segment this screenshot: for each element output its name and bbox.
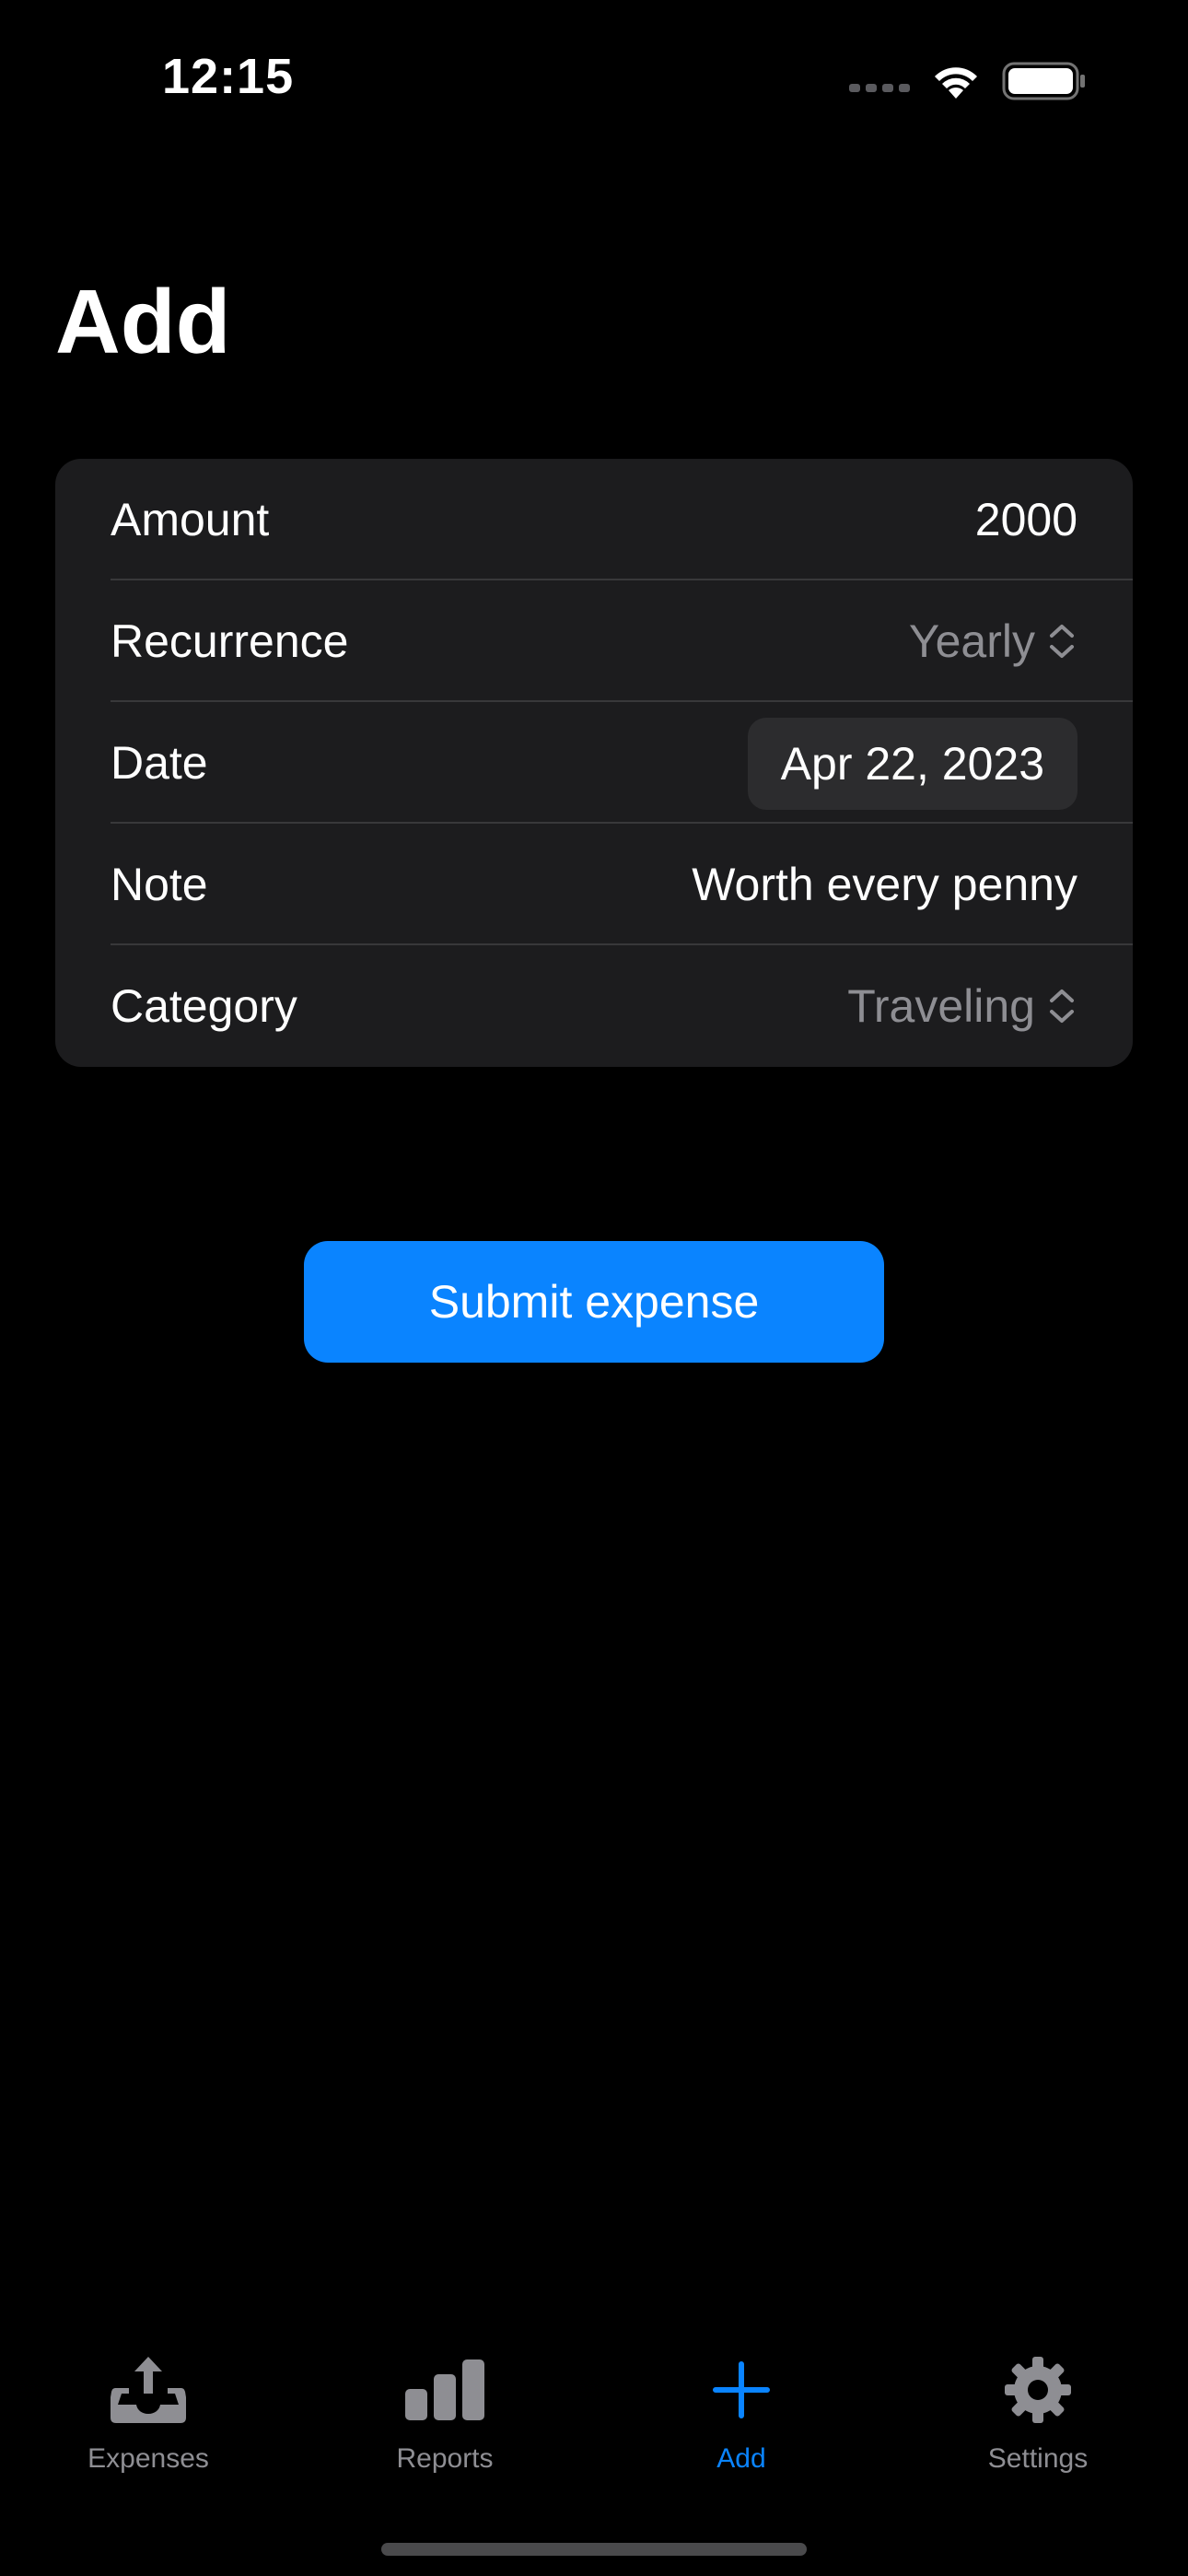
tab-bar: Expenses Reports Add Settings: [0, 2331, 1188, 2497]
gear-icon: [994, 2351, 1082, 2429]
status-bar: 12:15: [0, 0, 1188, 147]
chevron-up-down-icon: [1050, 625, 1074, 658]
amount-label: Amount: [111, 494, 270, 545]
tab-label-add: Add: [716, 2443, 766, 2474]
wifi-icon: [935, 67, 977, 99]
note-label: Note: [111, 859, 208, 910]
plus-icon: [697, 2351, 786, 2429]
page-title: Add: [55, 271, 231, 372]
note-field[interactable]: Worth every penny: [692, 824, 1077, 945]
tab-label-expenses: Expenses: [87, 2443, 209, 2474]
tab-settings[interactable]: Settings: [890, 2331, 1186, 2497]
tab-label-reports: Reports: [396, 2443, 494, 2474]
amount-row[interactable]: Amount 2000: [111, 459, 1133, 580]
cellular-signal-icon: [849, 83, 910, 92]
note-row[interactable]: Note Worth every penny: [111, 824, 1133, 945]
expense-form: Amount 2000 Recurrence Yearly Date Apr 2…: [55, 459, 1133, 1067]
category-row[interactable]: Category Traveling: [111, 945, 1133, 1067]
category-value: Traveling: [847, 980, 1035, 1032]
tray-upload-icon: [104, 2351, 192, 2429]
category-label: Category: [111, 980, 297, 1032]
chevron-up-down-icon: [1050, 989, 1074, 1023]
tab-add[interactable]: Add: [593, 2331, 890, 2497]
status-time: 12:15: [162, 49, 295, 104]
amount-field[interactable]: 2000: [975, 459, 1077, 580]
bar-chart-icon: [401, 2351, 489, 2429]
submit-expense-button[interactable]: Submit expense: [304, 1241, 884, 1363]
tab-label-settings: Settings: [987, 2443, 1089, 2474]
battery-icon: [1002, 62, 1085, 100]
recurrence-label: Recurrence: [111, 615, 349, 667]
recurrence-picker[interactable]: Yearly: [909, 580, 1077, 702]
date-row[interactable]: Date Apr 22, 2023: [111, 702, 1133, 824]
status-icons: [849, 53, 1087, 109]
tab-reports[interactable]: Reports: [297, 2331, 593, 2497]
category-picker[interactable]: Traveling: [847, 945, 1077, 1067]
home-indicator[interactable]: [381, 2543, 807, 2556]
date-picker-button[interactable]: Apr 22, 2023: [747, 718, 1077, 810]
recurrence-value: Yearly: [908, 615, 1035, 667]
tab-expenses[interactable]: Expenses: [0, 2331, 297, 2497]
recurrence-row[interactable]: Recurrence Yearly: [111, 580, 1133, 702]
date-label: Date: [111, 737, 208, 789]
